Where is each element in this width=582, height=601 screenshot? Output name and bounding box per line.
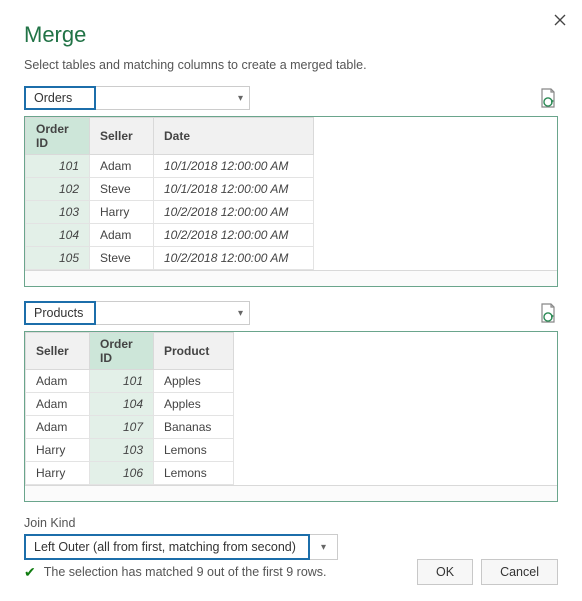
join-kind-dropdown[interactable]: Left Outer (all from first, matching fro… xyxy=(24,534,558,560)
checkmark-icon: ✔ xyxy=(24,564,36,581)
table1-preview: Order ID Seller Date 101Adam10/1/2018 12… xyxy=(24,116,558,287)
table-row[interactable]: 104Adam10/2/2018 12:00:00 AM xyxy=(26,224,314,247)
col-product[interactable]: Product xyxy=(154,333,234,370)
col-seller[interactable]: Seller xyxy=(26,333,90,370)
table2-preview: Seller Order ID Product Adam101Apples Ad… xyxy=(24,331,558,502)
table-row[interactable]: 103Harry10/2/2018 12:00:00 AM xyxy=(26,201,314,224)
ok-button[interactable]: OK xyxy=(417,559,473,585)
col-seller[interactable]: Seller xyxy=(90,118,154,155)
status-text: The selection has matched 9 out of the f… xyxy=(44,565,327,579)
table1-dropdown-arrow[interactable]: ▾ xyxy=(96,86,250,110)
table-row[interactable]: Harry103Lemons xyxy=(26,439,234,462)
col-order-id[interactable]: Order ID xyxy=(26,118,90,155)
table1-options-icon[interactable] xyxy=(538,87,558,109)
table2-dropdown[interactable]: Products ▾ xyxy=(24,301,250,325)
dialog-subtitle: Select tables and matching columns to cr… xyxy=(24,58,558,72)
join-kind-label: Join Kind xyxy=(24,516,558,530)
table2-options-icon[interactable] xyxy=(538,302,558,324)
table1-dropdown-value: Orders xyxy=(24,86,96,110)
chevron-down-icon: ▾ xyxy=(321,542,326,553)
merge-dialog: Merge Select tables and matching columns… xyxy=(0,0,582,601)
table1-selector-row: Orders ▾ xyxy=(24,86,558,110)
close-button[interactable] xyxy=(548,8,572,32)
table1-header[interactable]: Order ID Seller Date xyxy=(26,118,314,155)
join-kind-arrow[interactable]: ▾ xyxy=(310,534,338,560)
chevron-down-icon: ▾ xyxy=(238,93,243,104)
dialog-title: Merge xyxy=(24,22,558,48)
table1-footer-strip xyxy=(25,270,557,286)
table2-dropdown-arrow[interactable]: ▾ xyxy=(96,301,250,325)
table2-selector-row: Products ▾ xyxy=(24,301,558,325)
col-date[interactable]: Date xyxy=(154,118,314,155)
col-order-id[interactable]: Order ID xyxy=(90,333,154,370)
table1-dropdown[interactable]: Orders ▾ xyxy=(24,86,250,110)
table-row[interactable]: Adam101Apples xyxy=(26,370,234,393)
table2-dropdown-value: Products xyxy=(24,301,96,325)
cancel-button[interactable]: Cancel xyxy=(481,559,558,585)
chevron-down-icon: ▾ xyxy=(238,308,243,319)
join-kind-value: Left Outer (all from first, matching fro… xyxy=(24,534,310,560)
table-row[interactable]: Adam104Apples xyxy=(26,393,234,416)
table-row[interactable]: 102Steve10/1/2018 12:00:00 AM xyxy=(26,178,314,201)
table-row[interactable]: 101Adam10/1/2018 12:00:00 AM xyxy=(26,155,314,178)
table2-header[interactable]: Seller Order ID Product xyxy=(26,333,234,370)
table-row[interactable]: Harry106Lemons xyxy=(26,462,234,485)
table-row[interactable]: 105Steve10/2/2018 12:00:00 AM xyxy=(26,247,314,270)
dialog-footer: ✔ The selection has matched 9 out of the… xyxy=(24,559,558,585)
table2-footer-strip xyxy=(25,485,557,501)
table-row[interactable]: Adam107Bananas xyxy=(26,416,234,439)
